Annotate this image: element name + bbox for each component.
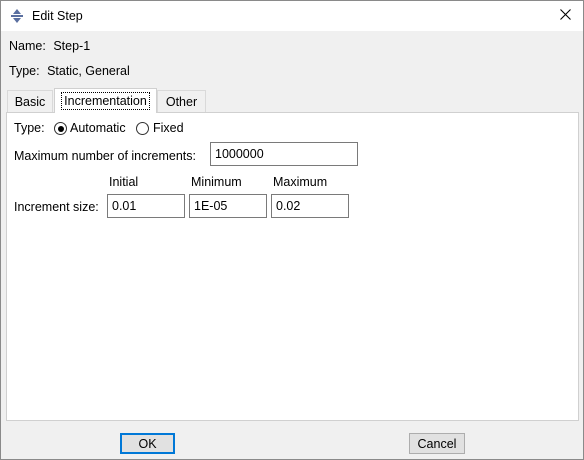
- tab-other[interactable]: Other: [157, 90, 206, 112]
- name-label: Name:: [9, 39, 46, 53]
- fixed-label[interactable]: Fixed: [153, 121, 184, 135]
- close-icon: [559, 9, 571, 23]
- title-bar[interactable]: Edit Step: [1, 1, 583, 31]
- maximum-increment-field[interactable]: [271, 194, 349, 218]
- cancel-button[interactable]: Cancel: [409, 433, 465, 454]
- name-row: Name: Step-1: [9, 39, 90, 53]
- step-icon: [9, 8, 25, 24]
- type-row: Type: Static, General: [9, 64, 130, 78]
- tab-basic[interactable]: Basic: [7, 90, 53, 112]
- tab-incrementation[interactable]: Incrementation: [54, 88, 157, 113]
- close-button[interactable]: [547, 1, 583, 31]
- initial-increment-field[interactable]: [107, 194, 185, 218]
- incrementation-panel: Type: Automatic Fixed Maximum number of …: [6, 112, 579, 421]
- automatic-radio[interactable]: [54, 122, 67, 135]
- tab-label: Incrementation: [61, 92, 150, 110]
- minimum-increment-field[interactable]: [189, 194, 267, 218]
- fixed-radio[interactable]: [136, 122, 149, 135]
- minimum-header: Minimum: [191, 175, 242, 189]
- type-value: Static, General: [47, 64, 130, 78]
- name-value: Step-1: [53, 39, 91, 53]
- maximum-header: Maximum: [273, 175, 328, 189]
- initial-header: Initial: [109, 175, 139, 189]
- max-increments-field[interactable]: [210, 142, 358, 166]
- increment-size-label: Increment size:: [14, 200, 99, 214]
- type-label: Type:: [9, 64, 40, 78]
- automatic-label[interactable]: Automatic: [70, 121, 126, 135]
- increment-type-label: Type:: [14, 121, 45, 135]
- edit-step-dialog: Edit Step Name: Step-1 Type: Static, Gen…: [0, 0, 584, 460]
- tab-label: Other: [165, 94, 198, 109]
- max-increments-label: Maximum number of increments:: [14, 149, 197, 163]
- ok-button[interactable]: OK: [120, 433, 175, 454]
- window-title: Edit Step: [32, 9, 83, 23]
- tab-label: Basic: [14, 94, 46, 109]
